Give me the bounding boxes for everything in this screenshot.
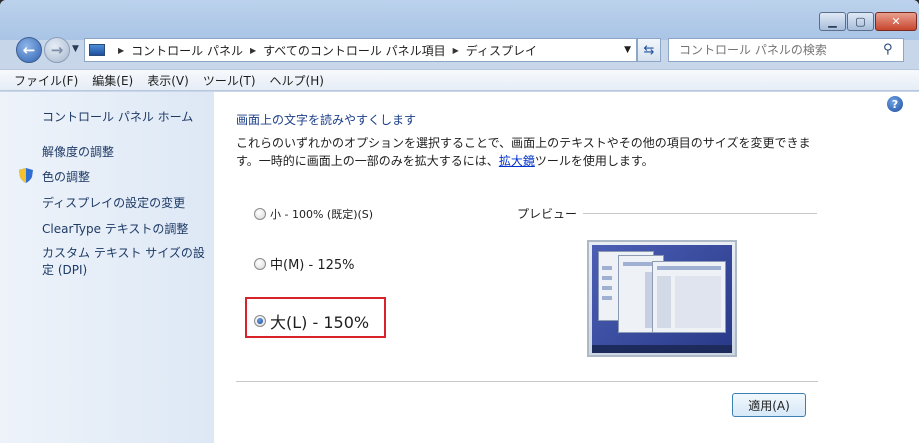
navigation-bar: ← → ▼ ▶ コントロール パネル ▶ すべてのコントロール パネル項目 ▶ …	[0, 34, 919, 68]
custom-dpi-link[interactable]: カスタム テキスト サイズの設定 (DPI)	[42, 245, 210, 279]
close-button[interactable]: ✕	[875, 12, 917, 31]
back-button[interactable]: ←	[16, 37, 42, 63]
breadcrumb-separator-icon[interactable]: ▶	[453, 46, 459, 55]
minimize-button[interactable]: ▁	[819, 12, 846, 31]
help-icon[interactable]: ?	[887, 96, 903, 112]
change-display-settings-link[interactable]: ディスプレイの設定の変更	[42, 194, 185, 211]
adjust-cleartype-link[interactable]: ClearType テキストの調整	[42, 220, 188, 237]
control-panel-icon	[89, 44, 105, 56]
maximize-button[interactable]: ▢	[847, 12, 874, 31]
calibrate-color-link[interactable]: 色の調整	[42, 168, 90, 185]
preview-taskbar	[592, 345, 732, 353]
menu-tools[interactable]: ツール(T)	[203, 72, 256, 89]
menu-view[interactable]: 表示(V)	[147, 72, 189, 89]
option-small-radio[interactable]: 小 - 100% (既定)(S)	[254, 206, 373, 222]
control-panel-window: ▁ ▢ ✕ ← → ▼ ▶ コントロール パネル ▶ すべてのコントロール パネ…	[0, 0, 919, 443]
task-pane: コントロール パネル ホーム 解像度の調整 色の調整 ディスプレイの設定の変更 …	[0, 92, 214, 443]
preview-desktop	[592, 245, 732, 348]
option-large-radio[interactable]: 大(L) - 150%	[254, 309, 369, 333]
menu-help[interactable]: ヘルプ(H)	[270, 72, 324, 89]
breadcrumb-separator-icon[interactable]: ▶	[250, 46, 256, 55]
radio-button-icon[interactable]	[254, 257, 266, 270]
breadcrumb-control-panel[interactable]: コントロール パネル	[131, 42, 243, 59]
menu-bar: ファイル(F) 編集(E) 表示(V) ツール(T) ヘルプ(H)	[0, 69, 919, 91]
breadcrumb-separator-icon[interactable]: ▶	[118, 46, 124, 55]
description-part-2: ツールを使用します。	[534, 154, 654, 168]
address-bar[interactable]: ▶ コントロール パネル ▶ すべてのコントロール パネル項目 ▶ ディスプレイ…	[84, 38, 637, 62]
option-small-label: 小 - 100% (既定)(S)	[270, 208, 374, 221]
control-panel-home-link[interactable]: コントロール パネル ホーム	[42, 108, 193, 125]
menu-file[interactable]: ファイル(F)	[14, 72, 78, 89]
breadcrumb-all-items[interactable]: すべてのコントロール パネル項目	[263, 42, 446, 59]
radio-button-checked-icon[interactable]	[254, 315, 266, 327]
main-content: ? 画面上の文字を読みやすくします これらのいずれかのオプションを選択することで…	[214, 92, 919, 443]
menu-edit[interactable]: 編集(E)	[92, 72, 133, 89]
refresh-button[interactable]: ⇆	[637, 38, 661, 62]
option-large-label: 大(L) - 150%	[270, 313, 370, 332]
uac-shield-icon	[19, 168, 33, 183]
preview-label: プレビュー	[517, 207, 578, 221]
search-icon[interactable]: ⚲	[883, 42, 893, 57]
option-medium-radio[interactable]: 中(M) - 125%	[254, 254, 354, 273]
radio-button-icon[interactable]	[254, 208, 266, 220]
preview-window-front	[652, 261, 726, 333]
search-input[interactable]	[668, 38, 904, 62]
preview-divider	[583, 213, 817, 214]
page-title: 画面上の文字を読みやすくします	[236, 113, 417, 127]
apply-button[interactable]: 適用(A)	[732, 393, 806, 417]
preview-image	[587, 240, 737, 357]
address-dropdown-icon[interactable]: ▼	[624, 45, 631, 55]
breadcrumb-display[interactable]: ディスプレイ	[466, 42, 537, 59]
recent-pages-dropdown-icon[interactable]: ▼	[72, 44, 79, 54]
forward-button[interactable]: →	[44, 37, 70, 63]
option-medium-label: 中(M) - 125%	[270, 258, 355, 273]
adjust-resolution-link[interactable]: 解像度の調整	[42, 143, 114, 160]
description-text: これらのいずれかのオプションを選択することで、画面上のテキストやその他の項目のサ…	[236, 134, 826, 170]
magnifier-link[interactable]: 拡大鏡	[499, 154, 535, 168]
bottom-divider	[236, 381, 818, 382]
